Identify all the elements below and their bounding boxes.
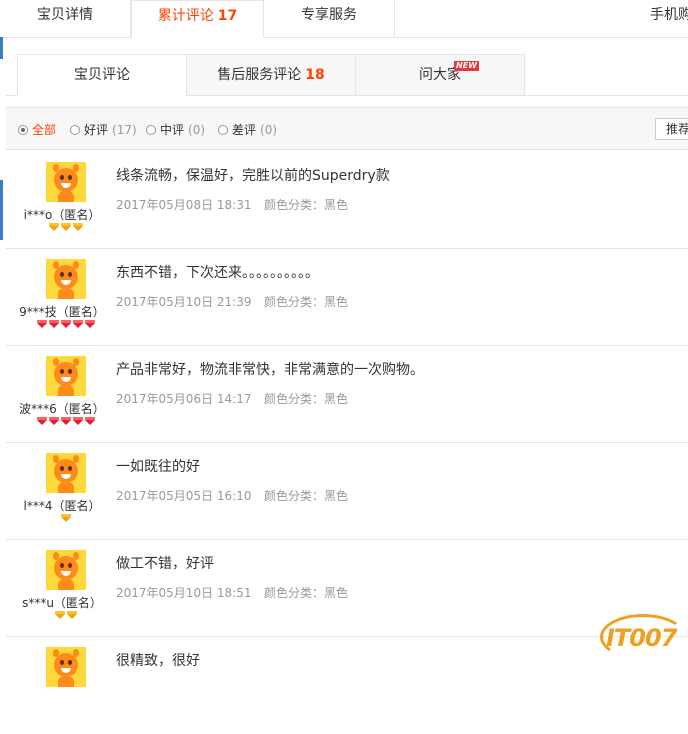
tab-label: 累计评论 xyxy=(157,8,214,24)
review-content: 东西不错，下次还来。。。。。。。。。。 xyxy=(116,265,319,281)
gold-diamond-icon xyxy=(49,223,59,231)
gold-diamond-icon xyxy=(61,514,71,522)
radio-icon[interactable] xyxy=(70,125,80,135)
gold-diamond-icon xyxy=(55,611,65,619)
sort-dropdown[interactable]: 推荐 xyxy=(655,118,688,140)
gold-diamond-icon xyxy=(61,223,71,231)
site-watermark-logo: IT007 xyxy=(600,606,686,660)
review-filter-bar: 全部 好评 (17) 中评 (0) 差评 (0) 推荐 xyxy=(6,107,688,150)
review-date: 2017年05月06日 14:17 xyxy=(116,392,252,406)
red-diamond-icon xyxy=(37,417,47,425)
reviewer-name: 9***技（匿名） xyxy=(19,305,105,319)
tab-aftersale-reviews[interactable]: 售后服务评论 18 xyxy=(186,54,356,95)
left-edge-strip xyxy=(0,180,3,240)
review-sku: 颜色分类：黑色 xyxy=(264,586,349,600)
radio-icon[interactable] xyxy=(146,125,156,135)
review-sku: 颜色分类：黑色 xyxy=(264,489,349,503)
tab-item-reviews[interactable]: 宝贝评论 xyxy=(17,54,187,96)
reviewer-level xyxy=(6,514,126,526)
red-diamond-icon xyxy=(73,417,83,425)
review-row: 波***6（匿名） 产品非常好，物流非常快，非常满意的一次购物。 2017年05… xyxy=(6,346,688,443)
gold-diamond-icon xyxy=(73,223,83,231)
radio-icon[interactable] xyxy=(218,125,228,135)
filter-label: 全部 xyxy=(32,123,57,137)
filter-negative[interactable]: 差评 (0) xyxy=(218,122,277,138)
top-tab-bar: 宝贝详情 累计评论 17 专享服务 手机购 xyxy=(0,0,688,38)
tab-count: 18 xyxy=(305,67,325,83)
filter-count: (0) xyxy=(260,123,278,137)
review-content: 一如既往的好 xyxy=(116,459,200,475)
reviewer-name: i***o（匿名） xyxy=(23,208,101,222)
review-date: 2017年05月10日 21:39 xyxy=(116,295,252,309)
red-diamond-icon xyxy=(49,320,59,328)
avatar xyxy=(46,453,86,493)
tab-label: 宝贝详情 xyxy=(37,7,93,23)
new-badge: NEW xyxy=(454,61,479,71)
tab-label: 手机购 xyxy=(650,7,688,23)
tab-item-details[interactable]: 宝贝详情 xyxy=(0,0,131,37)
review-date: 2017年05月08日 18:31 xyxy=(116,198,252,212)
red-diamond-icon xyxy=(61,417,71,425)
review-row: l***4（匿名） 一如既往的好 2017年05月05日 16:10 颜色分类：… xyxy=(6,443,688,540)
filter-label: 差评 xyxy=(232,123,257,137)
red-diamond-icon xyxy=(85,417,95,425)
filter-positive[interactable]: 好评 (17) xyxy=(70,122,137,138)
review-row: i***o（匿名） 线条流畅，保温好，完胜以前的Superdry款 2017年0… xyxy=(6,152,688,249)
tab-count: 17 xyxy=(217,8,238,24)
tab-label: 宝贝评论 xyxy=(74,67,130,83)
watermark-text: IT007 xyxy=(606,624,677,652)
reviewer-level xyxy=(6,223,126,235)
review-sku: 颜色分类：黑色 xyxy=(264,295,349,309)
red-diamond-icon xyxy=(85,320,95,328)
review-content: 产品非常好，物流非常快，非常满意的一次购物。 xyxy=(116,362,424,378)
review-row: 很精致，很好 xyxy=(6,637,688,734)
tab-mobile-buy[interactable]: 手机购 xyxy=(395,0,688,37)
filter-count: (0) xyxy=(188,123,206,137)
filter-label: 好评 xyxy=(84,123,109,137)
red-diamond-icon xyxy=(49,417,59,425)
review-date: 2017年05月05日 16:10 xyxy=(116,489,252,503)
tab-reviews[interactable]: 累计评论 17 xyxy=(131,0,264,38)
filter-neutral[interactable]: 中评 (0) xyxy=(146,122,205,138)
radio-icon[interactable] xyxy=(18,125,28,135)
tab-label: 专享服务 xyxy=(301,7,357,23)
reviewer-name: 波***6（匿名） xyxy=(19,402,105,416)
review-sku: 颜色分类：黑色 xyxy=(264,392,349,406)
avatar xyxy=(46,647,86,687)
avatar xyxy=(46,550,86,590)
filter-label: 中评 xyxy=(160,123,185,137)
review-content: 做工不错，好评 xyxy=(116,556,214,572)
reviewer-level xyxy=(6,417,126,429)
left-edge-strip xyxy=(0,37,3,59)
review-row: 9***技（匿名） 东西不错，下次还来。。。。。。。。。。 2017年05月10… xyxy=(6,249,688,346)
red-diamond-icon xyxy=(73,320,83,328)
tab-label: 售后服务评论 xyxy=(217,67,302,83)
review-sku: 颜色分类：黑色 xyxy=(264,198,349,212)
avatar xyxy=(46,259,86,299)
review-content: 线条流畅，保温好，完胜以前的Superdry款 xyxy=(116,168,390,184)
filter-all[interactable]: 全部 xyxy=(18,122,56,138)
filter-count: (17) xyxy=(112,123,137,137)
review-date: 2017年05月10日 18:51 xyxy=(116,586,252,600)
review-row: s***u（匿名） 做工不错，好评 2017年05月10日 18:51 颜色分类… xyxy=(6,540,688,637)
review-sub-tabs: 宝贝评论 售后服务评论 18 问大家 NEW xyxy=(6,54,688,96)
reviewer-level xyxy=(6,320,126,332)
reviewer-name: l***4（匿名） xyxy=(23,499,101,513)
review-content: 很精致，很好 xyxy=(116,653,200,669)
gold-diamond-icon xyxy=(67,611,77,619)
tab-ask-everyone[interactable]: 问大家 NEW xyxy=(355,54,525,95)
avatar xyxy=(46,162,86,202)
reviewer-level xyxy=(6,611,126,623)
tab-services[interactable]: 专享服务 xyxy=(264,0,395,37)
reviewer-name: s***u（匿名） xyxy=(22,596,102,610)
avatar xyxy=(46,356,86,396)
red-diamond-icon xyxy=(61,320,71,328)
red-diamond-icon xyxy=(37,320,47,328)
